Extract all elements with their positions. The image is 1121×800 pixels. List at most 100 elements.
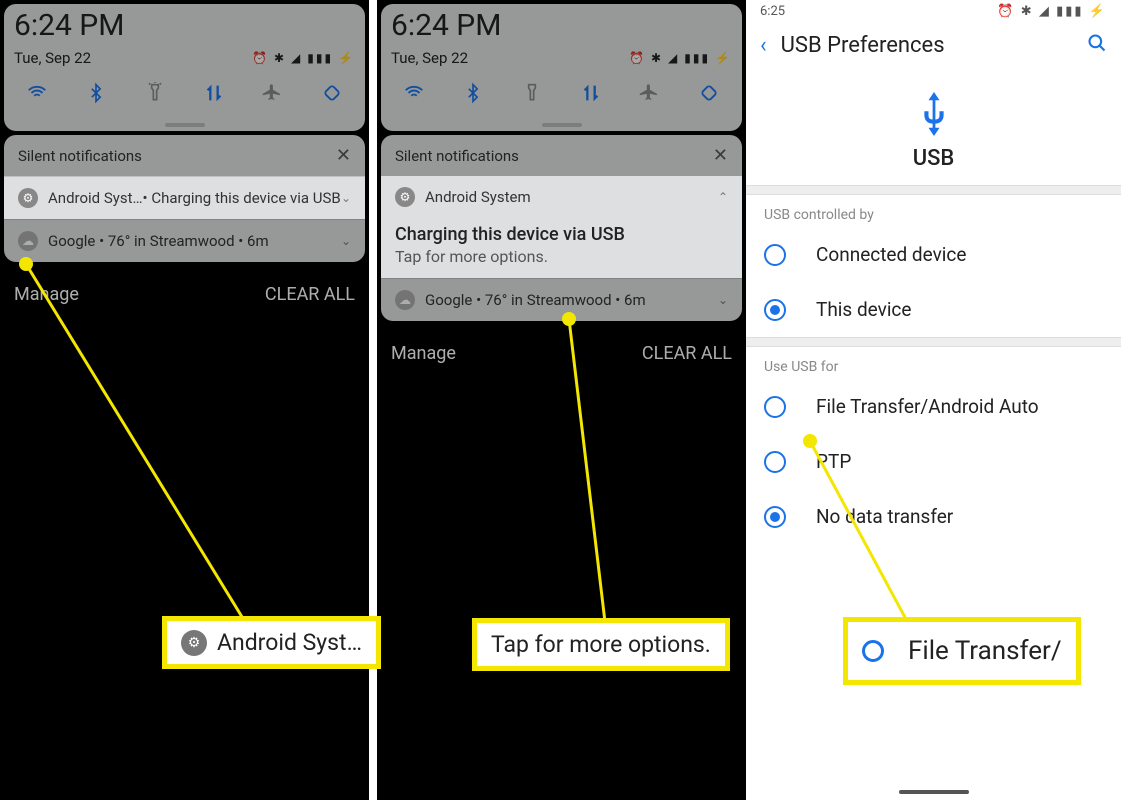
option-label: This device (816, 298, 911, 321)
cloud-icon: ☁ (395, 290, 415, 310)
qs-data-icon[interactable] (579, 81, 603, 105)
qs-rotate-icon[interactable] (697, 81, 721, 105)
divider (746, 337, 1121, 347)
qs-flashlight-icon[interactable] (143, 81, 167, 105)
chevron-down-icon[interactable]: ⌄ (341, 234, 351, 248)
option-file-transfer[interactable]: File Transfer/Android Auto (746, 379, 1121, 434)
close-icon[interactable]: ✕ (336, 145, 351, 166)
radio-icon (764, 506, 786, 528)
status-icons: ⏰ ✱ ◢ ▮▮▮ ⚡ (252, 51, 355, 65)
silent-label: Silent notifications (18, 147, 142, 165)
option-this-device[interactable]: This device (746, 282, 1121, 337)
chevron-up-icon[interactable]: ⌃ (718, 190, 728, 204)
gear-icon: ⚙ (18, 188, 38, 208)
gear-icon: ⚙ (181, 630, 207, 656)
notif-app-label: Android Syst… (48, 189, 143, 207)
close-icon[interactable]: ✕ (713, 145, 728, 166)
qs-rotate-icon[interactable] (320, 81, 344, 105)
radio-icon (764, 451, 786, 473)
qs-wifi-icon[interactable] (402, 81, 426, 105)
qs-tiles (381, 67, 742, 117)
callout-text: Android Syst… (217, 629, 362, 656)
clock-large: 6:24 PM (4, 4, 365, 47)
qs-tiles (4, 67, 365, 117)
notif-android-system-expanded[interactable]: ⚙ Android System ⌃ (381, 176, 742, 218)
radio-icon (764, 396, 786, 418)
radio-icon (764, 244, 786, 266)
option-connected-device[interactable]: Connected device (746, 227, 1121, 282)
silent-label: Silent notifications (395, 147, 519, 165)
shade-actions: Manage CLEAR ALL (377, 321, 746, 380)
callout-android-system: ⚙ Android Syst… (162, 616, 381, 669)
notif-title: Charging this device via USB (395, 224, 728, 245)
chevron-down-icon[interactable]: ⌄ (341, 191, 351, 205)
clock-large: 6:24 PM (381, 4, 742, 47)
search-icon[interactable] (1087, 33, 1107, 58)
panel-usb-preferences: 6:25 ⏰ ✱ ◢ ▮▮▮ ⚡ ‹ USB Preferences USB U… (746, 0, 1121, 800)
notif-google-weather[interactable]: ☁ Google • 76° in Streamwood • 6m ⌄ (4, 219, 365, 262)
silent-section-header: Silent notifications ✕ (4, 135, 365, 176)
status-icons: ⏰ ✱ ◢ ▮▮▮ ⚡ (997, 4, 1107, 19)
page-title: USB Preferences (781, 33, 1087, 58)
chevron-down-icon[interactable]: ⌄ (718, 293, 728, 307)
status-icons: ⏰ ✱ ◢ ▮▮▮ ⚡ (629, 51, 732, 65)
notif-google-weather[interactable]: ☁ Google • 76° in Streamwood • 6m ⌄ (381, 278, 742, 321)
option-label: Connected device (816, 243, 966, 266)
shade-handle[interactable] (165, 123, 205, 127)
notification-shade: 6:24 PM Tue, Sep 22 ⏰ ✱ ◢ ▮▮▮ ⚡ Silent n… (0, 4, 369, 321)
highlight-dot (803, 434, 817, 448)
section-use-usb-for: Use USB for (746, 347, 1121, 379)
weather-text: Google • 76° in Streamwood • 6m (425, 291, 646, 309)
callout-text: Tap for more options. (491, 631, 711, 658)
cloud-icon: ☁ (18, 231, 38, 251)
back-icon[interactable]: ‹ (760, 33, 767, 58)
qs-bluetooth-icon[interactable] (461, 81, 485, 105)
divider (746, 185, 1121, 195)
shade-actions: Manage CLEAR ALL (0, 262, 369, 321)
radio-icon (862, 640, 884, 662)
weather-text: Google • 76° in Streamwood • 6m (48, 232, 269, 250)
manage-button[interactable]: Manage (391, 343, 456, 364)
quick-settings: 6:24 PM Tue, Sep 22 ⏰ ✱ ◢ ▮▮▮ ⚡ (4, 4, 365, 131)
manage-button[interactable]: Manage (14, 284, 79, 305)
callout-tap-options: Tap for more options. (472, 618, 730, 671)
usb-icon (746, 68, 1121, 146)
silent-section-header: Silent notifications ✕ (381, 135, 742, 176)
status-bar: 6:25 ⏰ ✱ ◢ ▮▮▮ ⚡ (746, 0, 1121, 23)
highlight-dot (562, 312, 576, 326)
clear-all-button[interactable]: CLEAR ALL (265, 284, 355, 305)
notif-subtitle: Tap for more options. (395, 247, 728, 266)
notification-shade: 6:24 PM Tue, Sep 22 ⏰ ✱ ◢ ▮▮▮ ⚡ Silent n… (377, 4, 746, 380)
gear-icon: ⚙ (395, 187, 415, 207)
option-label: PTP (816, 450, 851, 473)
callout-file-transfer: File Transfer/ (843, 617, 1081, 685)
gesture-bar[interactable] (899, 790, 969, 794)
qs-bluetooth-icon[interactable] (84, 81, 108, 105)
notif-android-system-collapsed[interactable]: ⚙ Android Syst… • Charging this device v… (4, 176, 365, 219)
shade-handle[interactable] (542, 123, 582, 127)
section-controlled-by: USB controlled by (746, 195, 1121, 227)
date-label: Tue, Sep 22 (14, 49, 91, 67)
qs-flashlight-icon[interactable] (520, 81, 544, 105)
qs-wifi-icon[interactable] (25, 81, 49, 105)
notif-summary: • Charging this device via USB (143, 189, 341, 207)
clock-small: 6:25 (760, 4, 785, 19)
notif-expanded-body[interactable]: Charging this device via USB Tap for mor… (381, 218, 742, 278)
option-label: File Transfer/Android Auto (816, 395, 1039, 418)
notif-app-label: Android System (425, 188, 531, 206)
usb-label: USB (746, 146, 1121, 185)
panel-notification-expanded: AccuWeatherc:geoTodoistRunkeeperGoogle P… (369, 0, 746, 800)
clear-all-button[interactable]: CLEAR ALL (642, 343, 732, 364)
panel-notification-collapsed: AccuWeatherc:geoTodoistRunkeeperGoogle P… (0, 0, 369, 800)
option-label: No data transfer (816, 505, 953, 528)
callout-text: File Transfer/ (908, 636, 1062, 666)
qs-airplane-icon[interactable] (638, 81, 662, 105)
app-bar: ‹ USB Preferences (746, 23, 1121, 68)
highlight-dot (19, 257, 33, 271)
quick-settings: 6:24 PM Tue, Sep 22 ⏰ ✱ ◢ ▮▮▮ ⚡ (381, 4, 742, 131)
date-label: Tue, Sep 22 (391, 49, 468, 67)
radio-icon (764, 299, 786, 321)
qs-airplane-icon[interactable] (261, 81, 285, 105)
option-no-data-transfer[interactable]: No data transfer (746, 489, 1121, 544)
qs-data-icon[interactable] (202, 81, 226, 105)
